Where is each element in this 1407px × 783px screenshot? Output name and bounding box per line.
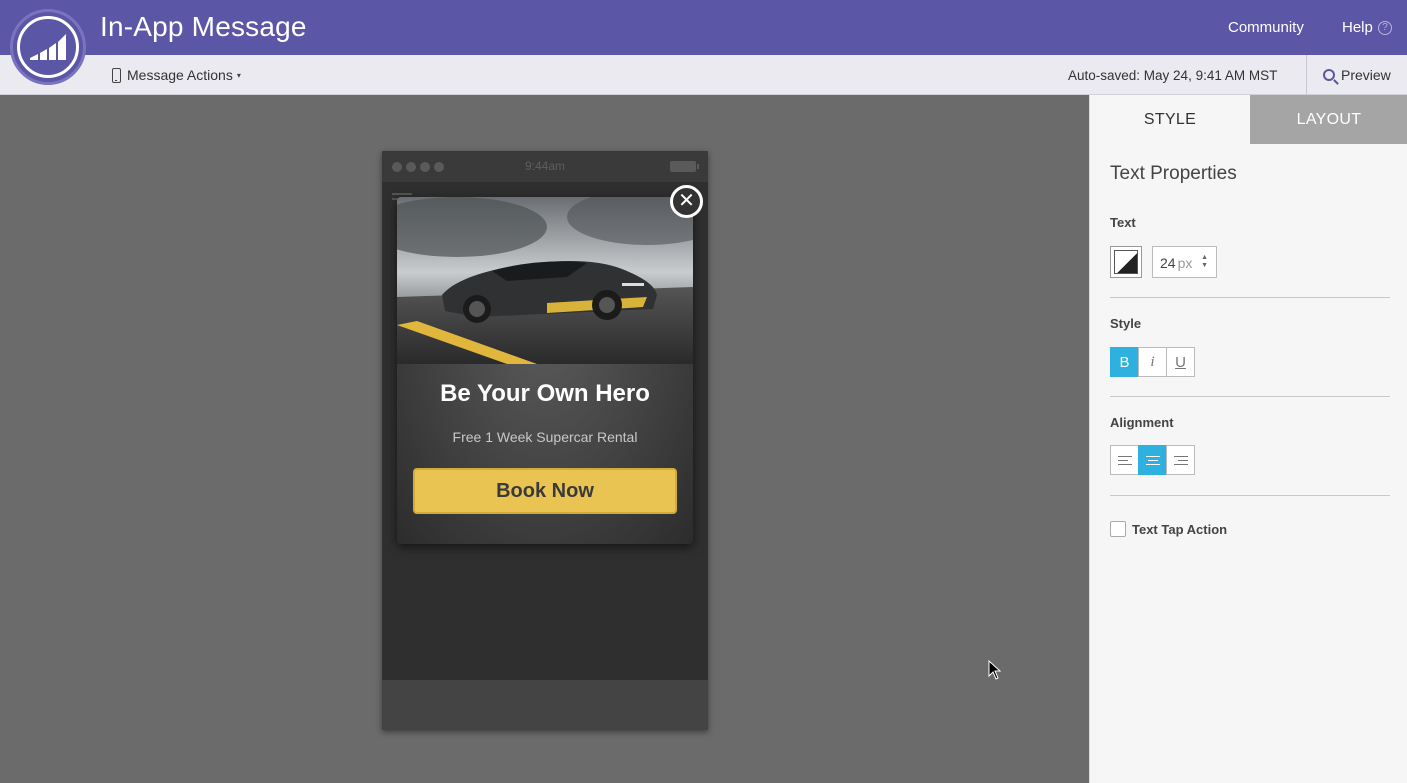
bold-button[interactable]: B bbox=[1110, 347, 1139, 377]
align-left-icon bbox=[1117, 455, 1132, 465]
spinner-arrows-icon[interactable]: ▲ ▼ bbox=[1201, 254, 1208, 270]
close-icon[interactable]: ✕ bbox=[670, 185, 703, 218]
battery-icon bbox=[670, 161, 699, 172]
underline-button[interactable]: U bbox=[1166, 347, 1195, 377]
alignment-button-group bbox=[1110, 445, 1195, 475]
autosave-status: Auto-saved: May 24, 9:41 AM MST bbox=[1068, 68, 1278, 83]
marketo-logo-icon[interactable] bbox=[10, 9, 86, 85]
text-tap-action-row[interactable]: Text Tap Action bbox=[1110, 521, 1227, 537]
supercar-image bbox=[397, 197, 693, 364]
phone-icon bbox=[112, 67, 121, 83]
bar-chart-logo-icon bbox=[30, 34, 66, 60]
text-color-picker[interactable] bbox=[1110, 246, 1142, 278]
align-right-button[interactable] bbox=[1166, 445, 1195, 475]
phone-status-bar: 9:44am bbox=[382, 151, 708, 182]
help-link[interactable]: Help bbox=[1342, 19, 1373, 36]
help-icon[interactable]: ? bbox=[1378, 21, 1392, 35]
section-title: Text Properties bbox=[1110, 163, 1237, 184]
divider bbox=[1110, 297, 1390, 298]
in-app-message-popup[interactable]: Be Your Own Hero Free 1 Week Supercar Re… bbox=[397, 197, 693, 544]
font-size-value: 24 bbox=[1160, 255, 1176, 271]
popup-headline[interactable]: Be Your Own Hero bbox=[397, 380, 693, 408]
text-tap-action-label: Text Tap Action bbox=[1132, 521, 1228, 537]
popup-subline[interactable]: Free 1 Week Supercar Rental bbox=[397, 429, 693, 445]
top-header: In-App Message Community Help ? bbox=[0, 0, 1407, 55]
text-tap-action-checkbox[interactable] bbox=[1110, 521, 1126, 537]
book-now-button[interactable]: Book Now bbox=[413, 468, 677, 514]
align-right-icon bbox=[1173, 455, 1188, 465]
properties-panel: STYLE LAYOUT Text Properties Text 24 px ▲… bbox=[1089, 95, 1407, 783]
tab-layout[interactable]: LAYOUT bbox=[1250, 95, 1407, 144]
align-left-button[interactable] bbox=[1110, 445, 1139, 475]
text-label: Text bbox=[1110, 215, 1136, 230]
italic-button[interactable]: i bbox=[1138, 347, 1167, 377]
magnifier-icon bbox=[1323, 69, 1335, 81]
preview-label: Preview bbox=[1341, 67, 1391, 83]
tab-style[interactable]: STYLE bbox=[1090, 95, 1250, 144]
phone-bottom-bar bbox=[382, 680, 708, 730]
align-center-icon bbox=[1145, 455, 1160, 465]
message-actions-dropdown[interactable]: Message Actions ▾ bbox=[112, 67, 241, 83]
align-center-button[interactable] bbox=[1138, 445, 1167, 475]
hero-image[interactable] bbox=[397, 197, 693, 364]
style-button-group: B i U bbox=[1110, 347, 1195, 377]
preview-button[interactable]: Preview bbox=[1306, 55, 1407, 95]
font-size-input[interactable]: 24 px ▲ ▼ bbox=[1152, 246, 1217, 278]
style-label: Style bbox=[1110, 316, 1142, 331]
app-title: In-App Message bbox=[100, 11, 307, 42]
mouse-cursor-icon bbox=[988, 660, 1002, 680]
community-link[interactable]: Community bbox=[1228, 19, 1304, 36]
hamburger-icon bbox=[392, 193, 412, 195]
message-actions-label: Message Actions bbox=[127, 67, 233, 83]
divider bbox=[1110, 396, 1390, 397]
sub-toolbar: Message Actions ▾ Auto-saved: May 24, 9:… bbox=[0, 55, 1407, 95]
alignment-label: Alignment bbox=[1110, 415, 1174, 430]
font-size-unit: px bbox=[1177, 255, 1193, 271]
caret-down-icon: ▾ bbox=[236, 70, 241, 80]
phone-time: 9:44am bbox=[524, 159, 566, 173]
divider bbox=[1110, 495, 1390, 496]
